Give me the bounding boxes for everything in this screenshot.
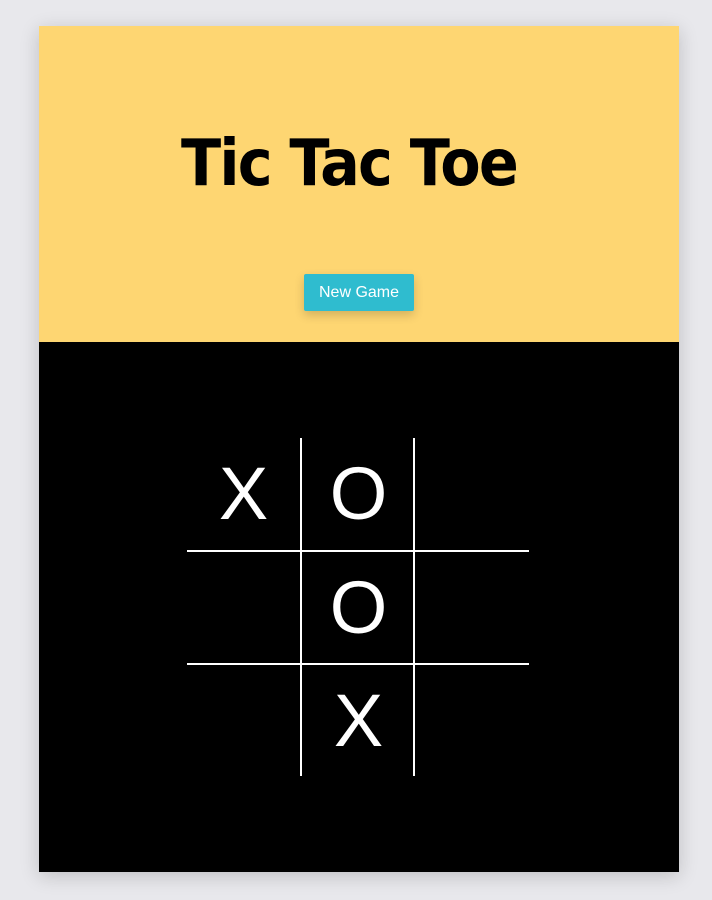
game-card: Tic Tac Toe New Game X O O X [39, 26, 679, 872]
board-cell-6[interactable] [415, 552, 528, 664]
board-cell-7[interactable] [187, 665, 300, 777]
board-cell-9[interactable] [415, 665, 528, 777]
board-cell-8[interactable]: X [302, 665, 415, 777]
board-cell-2[interactable]: O [302, 438, 415, 550]
board-area: X O O X [39, 342, 679, 872]
game-board: X O O X [187, 438, 529, 776]
game-header: Tic Tac Toe New Game [39, 26, 679, 342]
board-cell-5[interactable]: O [302, 552, 415, 664]
new-game-button[interactable]: New Game [304, 274, 414, 311]
board-cell-4[interactable] [187, 552, 300, 664]
game-title: Tic Tac Toe [181, 127, 519, 201]
board-cell-1[interactable]: X [187, 438, 300, 550]
board-cell-3[interactable] [415, 438, 528, 550]
